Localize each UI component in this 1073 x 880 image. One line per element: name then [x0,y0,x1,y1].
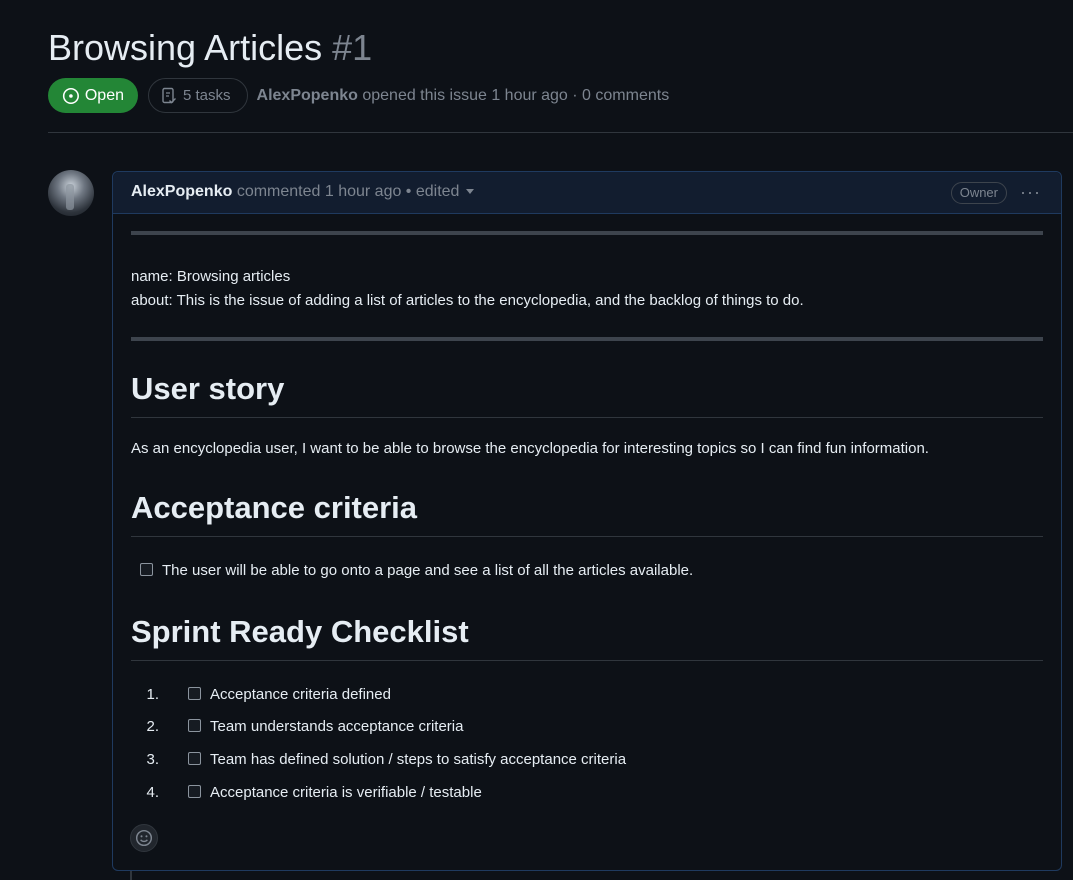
frontmatter-rule-top [131,231,1043,235]
issue-meta-text: AlexPopenko opened this issue 1 hour ago… [257,87,670,105]
checklist-item-label: Team understands acceptance criteria [210,718,464,735]
tasklist-icon [162,87,176,103]
checklist-item-label: Team has defined solution / steps to sat… [210,751,627,768]
kebab-horizontal-icon[interactable]: ··· [1020,182,1041,202]
checklist-checkbox[interactable] [188,751,201,765]
avatar-figure [66,184,74,210]
checklist-checkbox[interactable] [188,686,201,700]
checklist-number: 1. [146,686,159,703]
comment-header: AlexPopenko commented 1 hour ago • edite… [113,172,1061,214]
issue-title: Browsing Articles #1 [48,26,372,70]
user-story-heading: User story [131,369,1043,418]
issue-opened-icon [62,87,79,104]
issue-meta-rest: opened this issue 1 hour ago · 0 comment… [362,86,670,104]
issue-number: #1 [332,27,373,68]
frontmatter-about: about: This is the issue of adding a lis… [131,292,804,309]
comment-box: AlexPopenko commented 1 hour ago • edite… [112,171,1062,871]
frontmatter-name: name: Browsing articles [131,268,291,285]
acceptance-item: The user will be able to go onto a page … [140,562,693,579]
comment-author-line: AlexPopenko commented 1 hour ago • edite… [131,183,475,201]
acceptance-checkbox[interactable] [140,562,153,576]
owner-badge: Owner [950,182,1007,204]
user-story-text: As an encyclopedia user, I want to be ab… [131,440,929,457]
checklist-checkbox[interactable] [188,784,201,798]
state-label: Open [84,86,124,104]
checklist-item: Acceptance criteria is verifiable / test… [188,784,482,801]
tasks-button[interactable]: 5 tasks [148,78,248,113]
checklist-item-label: Acceptance criteria is verifiable / test… [210,784,482,801]
checklist-item: Team has defined solution / steps to sat… [188,751,626,768]
smiley-icon [135,829,153,847]
checklist-number: 4. [146,784,159,801]
checklist-checkbox[interactable] [188,718,201,732]
frontmatter-rule-bottom [131,337,1043,341]
issue-meta-row: Open 5 tasks AlexPopenko opened this iss… [48,78,669,113]
acceptance-item-label: The user will be able to go onto a page … [162,562,694,579]
comment-meta[interactable]: commented 1 hour ago • edited [237,183,460,200]
tasks-count: 5 tasks [183,87,231,104]
timeline-line [130,871,132,880]
checklist-item-label: Acceptance criteria defined [210,686,391,703]
avatar[interactable] [48,170,94,216]
comment-author-link[interactable]: AlexPopenko [131,183,232,200]
checklist-item: Acceptance criteria defined [188,686,391,703]
issue-author-link[interactable]: AlexPopenko [257,87,358,104]
checklist-number: 3. [146,751,159,768]
header-divider [48,132,1073,133]
acceptance-heading: Acceptance criteria [131,488,1043,537]
frontmatter: name: Browsing articles about: This is t… [131,265,804,313]
checklist-number: 2. [146,718,159,735]
triangle-down-icon[interactable] [466,189,475,195]
add-reaction-button[interactable] [130,824,158,852]
checklist-heading: Sprint Ready Checklist [131,612,1043,661]
issue-title-text: Browsing Articles [48,27,323,68]
checklist-item: Team understands acceptance criteria [188,718,463,735]
state-badge: Open [48,78,138,113]
